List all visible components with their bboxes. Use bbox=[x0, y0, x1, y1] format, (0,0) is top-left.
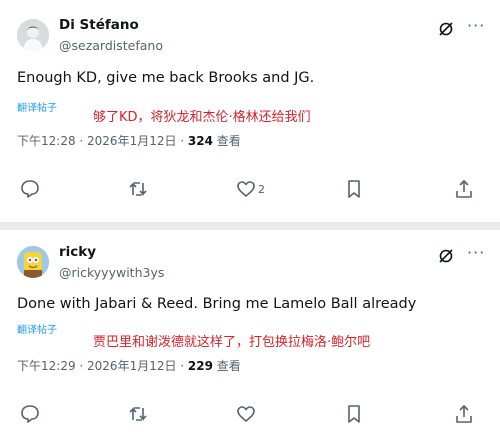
reply-icon[interactable] bbox=[19, 403, 41, 425]
view-label: 查看 bbox=[212, 359, 241, 373]
translate-link[interactable]: 翻译帖子 bbox=[17, 99, 57, 114]
view-count: 229 bbox=[187, 359, 213, 373]
author-handle[interactable]: @rickyyywith3ys bbox=[59, 265, 164, 280]
tweet-meta: 下午12:28 · 2026年1月12日 · 324 查看 bbox=[17, 132, 241, 149]
avatar-image bbox=[17, 19, 49, 51]
tweet-text: Enough KD, give me back Brooks and JG. bbox=[17, 70, 315, 86]
more-icon[interactable]: ··· bbox=[467, 243, 485, 262]
annotation-text: 够了KD，将狄龙和杰伦·格林还给我们 bbox=[93, 110, 311, 125]
grok-icon[interactable] bbox=[438, 248, 454, 264]
view-label: 查看 bbox=[212, 134, 241, 148]
bookmark-icon[interactable] bbox=[343, 178, 365, 200]
like-icon[interactable] bbox=[235, 178, 257, 200]
author-name[interactable]: Di Stéfano bbox=[59, 17, 139, 33]
author-name[interactable]: ricky bbox=[59, 244, 96, 260]
repost-icon[interactable] bbox=[127, 178, 149, 200]
tweet-time[interactable]: 下午12:28 · 2026年1月12日 · bbox=[17, 134, 188, 148]
avatar[interactable] bbox=[17, 246, 49, 278]
tweet-meta: 下午12:29 · 2026年1月12日 · 229 查看 bbox=[17, 357, 241, 374]
like-count: 2 bbox=[258, 183, 265, 196]
reply-icon[interactable] bbox=[19, 178, 41, 200]
avatar-image bbox=[17, 246, 49, 278]
translate-link[interactable]: 翻译帖子 bbox=[17, 321, 57, 336]
view-count: 324 bbox=[187, 134, 213, 148]
tweet-time[interactable]: 下午12:29 · 2026年1月12日 · bbox=[17, 359, 188, 373]
repost-icon[interactable] bbox=[127, 403, 149, 425]
annotation-text: 贾巴里和谢泼德就这样了，打包换拉梅洛·鲍尔吧 bbox=[93, 335, 371, 350]
separator bbox=[0, 222, 500, 230]
share-icon[interactable] bbox=[453, 403, 475, 425]
avatar[interactable] bbox=[17, 19, 49, 51]
more-icon[interactable]: ··· bbox=[467, 16, 485, 35]
bookmark-icon[interactable] bbox=[343, 403, 365, 425]
tweet-text: Done with Jabari & Reed. Bring me Lamelo… bbox=[17, 296, 417, 312]
like-icon[interactable] bbox=[235, 403, 257, 425]
share-icon[interactable] bbox=[453, 178, 475, 200]
author-handle[interactable]: @sezardistefano bbox=[59, 38, 163, 53]
grok-icon[interactable] bbox=[438, 21, 454, 37]
